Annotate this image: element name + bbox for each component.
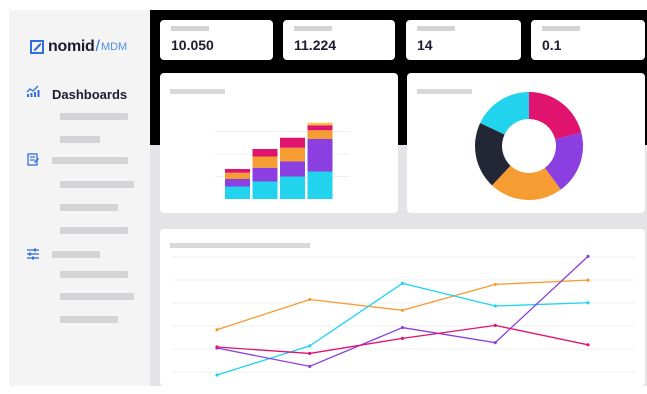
- brand-separator: /: [95, 38, 100, 55]
- stacked-bar-chart-card[interactable]: [160, 73, 398, 213]
- brand-logo[interactable]: nomid / MDM: [30, 38, 127, 56]
- donut-slice[interactable]: [529, 92, 582, 140]
- donut-chart-card[interactable]: [407, 73, 645, 213]
- bar-segment[interactable]: [280, 176, 305, 200]
- kpi-card[interactable]: 0.1: [531, 20, 645, 60]
- line-point[interactable]: [308, 344, 312, 348]
- line-point[interactable]: [215, 373, 219, 377]
- bar-segment[interactable]: [280, 147, 305, 162]
- bar-segment[interactable]: [280, 137, 305, 148]
- bar-segment[interactable]: [252, 181, 278, 200]
- sidebar-item-label-placeholder[interactable]: [52, 251, 100, 258]
- line-point[interactable]: [493, 304, 497, 308]
- kpi-label-placeholder: [542, 26, 580, 31]
- kpi-value: 11.224: [294, 37, 337, 53]
- bar-segment[interactable]: [307, 130, 333, 139]
- sidebar-item-label-placeholder[interactable]: [52, 157, 128, 164]
- bar-segment[interactable]: [307, 171, 333, 200]
- bar-segment[interactable]: [280, 161, 305, 177]
- bar-segment[interactable]: [225, 169, 250, 173]
- sidebar-subitem[interactable]: [60, 316, 118, 323]
- line-point[interactable]: [400, 308, 405, 312]
- line-chart-card[interactable]: [160, 229, 645, 386]
- stacked-bar-chart: [215, 122, 350, 200]
- kpi-card[interactable]: 11.224: [283, 20, 395, 60]
- sidebar-subitem[interactable]: [60, 271, 128, 278]
- line-point[interactable]: [215, 328, 219, 332]
- bar-segment[interactable]: [225, 172, 250, 179]
- line-point[interactable]: [586, 278, 590, 282]
- bar-segment[interactable]: [307, 139, 333, 172]
- line-point[interactable]: [493, 341, 497, 345]
- kpi-label-placeholder: [294, 26, 332, 31]
- line-point[interactable]: [308, 297, 312, 302]
- sidebar-subitem[interactable]: [60, 293, 134, 300]
- bar-segment[interactable]: [252, 149, 278, 157]
- clipboard-icon: [27, 153, 39, 166]
- kpi-value: 14: [417, 37, 433, 53]
- line-point[interactable]: [400, 281, 405, 285]
- logo-mark-icon: [30, 40, 44, 54]
- bar-segment[interactable]: [225, 186, 250, 200]
- kpi-value: 0.1: [542, 37, 562, 53]
- kpi-label-placeholder: [171, 26, 209, 31]
- line-point[interactable]: [308, 351, 312, 356]
- line-point[interactable]: [493, 282, 497, 287]
- brand-product: MDM: [100, 41, 128, 53]
- sidebar: [9, 10, 150, 386]
- kpi-card[interactable]: 10.050: [160, 20, 273, 60]
- bar-segment[interactable]: [307, 125, 333, 131]
- sidebar-subitem[interactable]: [60, 227, 128, 234]
- line-point[interactable]: [400, 325, 405, 330]
- line-point[interactable]: [586, 301, 590, 305]
- brand-name: nomid: [48, 38, 95, 55]
- kpi-label-placeholder: [417, 26, 455, 31]
- line-point[interactable]: [215, 345, 219, 349]
- donut-chart: [475, 92, 583, 200]
- sidebar-subitem[interactable]: [60, 204, 118, 211]
- sidebar-subitem[interactable]: [60, 181, 134, 188]
- line-point[interactable]: [586, 254, 590, 258]
- dashboard-chart-icon: [26, 85, 40, 97]
- dashboard-illustration: nomid / MDM Dashboards 10.050 11.224 14 …: [0, 0, 647, 394]
- line-series[interactable]: [216, 282, 589, 376]
- kpi-card[interactable]: 14: [406, 20, 521, 60]
- sidebar-subitem[interactable]: [60, 113, 128, 120]
- bar-segment[interactable]: [307, 122, 333, 126]
- sidebar-subitem[interactable]: [60, 136, 100, 143]
- bar-segment[interactable]: [225, 179, 250, 187]
- line-point[interactable]: [308, 364, 312, 368]
- line-point[interactable]: [586, 343, 590, 347]
- sidebar-item-dashboards[interactable]: Dashboards: [52, 87, 127, 102]
- bar-segment[interactable]: [252, 167, 278, 182]
- line-chart: [172, 254, 635, 377]
- bar-segment[interactable]: [252, 156, 278, 168]
- kpi-value: 10.050: [171, 37, 214, 53]
- line-point[interactable]: [400, 336, 405, 340]
- line-point[interactable]: [493, 323, 497, 327]
- sliders-icon: [27, 248, 39, 260]
